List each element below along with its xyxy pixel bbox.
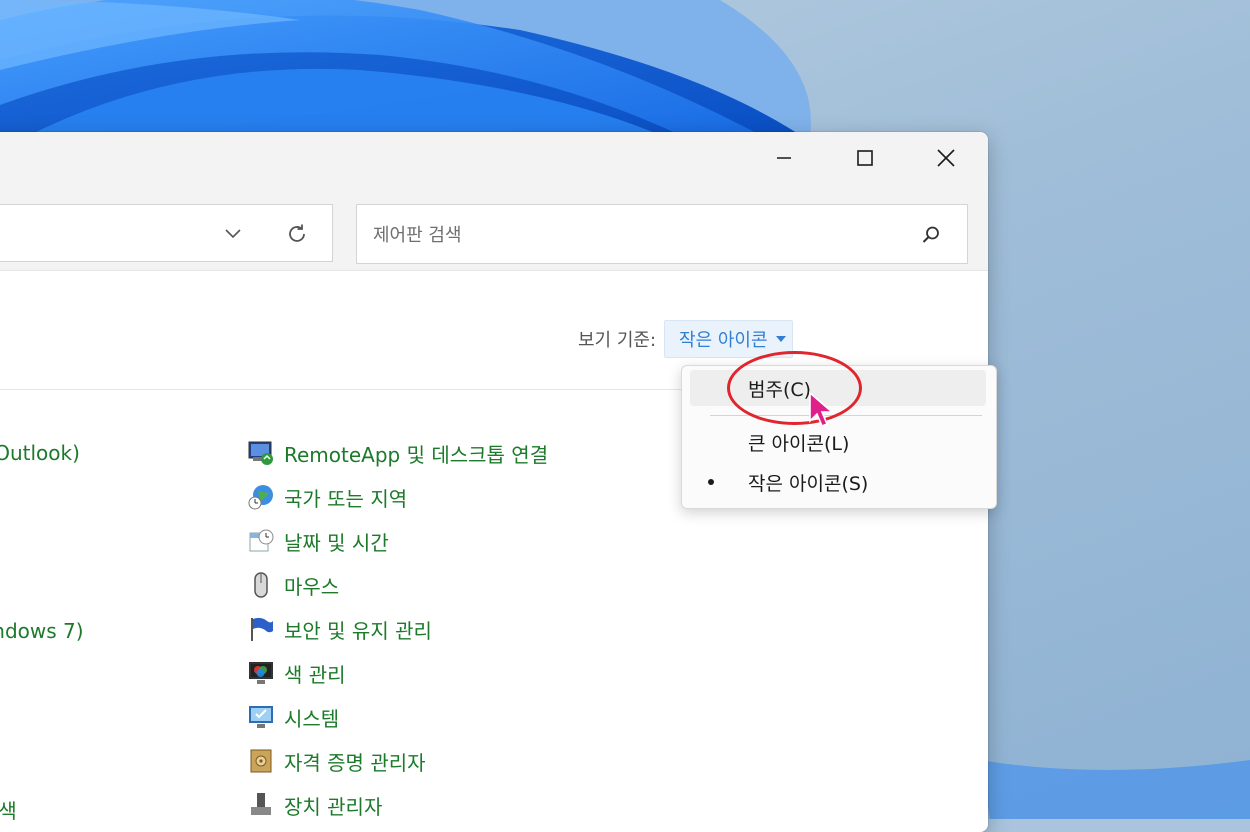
- item-label: /indows 7): [0, 619, 84, 643]
- search-input[interactable]: [371, 219, 895, 251]
- search-icon: [922, 226, 939, 243]
- highlight-annotation-ellipse: [727, 351, 862, 425]
- menu-item-label: 작은 아이콘(S): [748, 472, 869, 495]
- item-label: 장치 관리자: [284, 794, 383, 819]
- control-panel-item-devices[interactable]: 장치 관리자: [246, 789, 382, 821]
- view-by: 보기 기준: 작은 아이콘: [578, 320, 793, 358]
- item-label: 마우스: [284, 574, 340, 599]
- safe-icon: [246, 746, 276, 776]
- control-panel-item[interactable]: 탐색: [0, 793, 17, 825]
- control-panel-item-mouse[interactable]: 마우스: [246, 569, 339, 601]
- address-bar[interactable]: [0, 204, 333, 262]
- control-panel-item-system[interactable]: 시스템: [246, 701, 339, 733]
- calendar-clock-icon: [246, 526, 276, 556]
- control-panel-item[interactable]: t Outlook): [0, 437, 80, 469]
- item-label: 시스템: [284, 706, 340, 731]
- control-panel-item[interactable]: /indows 7): [0, 615, 84, 647]
- item-label: 탐색: [0, 798, 17, 823]
- close-button[interactable]: [906, 132, 986, 184]
- item-label: 자격 증명 관리자: [284, 750, 426, 775]
- search-box[interactable]: [356, 204, 968, 264]
- control-panel-item-security[interactable]: 보안 및 유지 관리: [246, 613, 432, 645]
- toolbar: [0, 186, 988, 271]
- globe-clock-icon: [246, 482, 276, 512]
- header-divider: [0, 389, 698, 390]
- minimize-icon: [777, 157, 791, 159]
- control-panel-item-remoteapp[interactable]: RemoteApp 및 데스크톱 연결: [246, 437, 548, 469]
- menu-item-label: 큰 아이콘(L): [748, 432, 850, 455]
- address-history-button[interactable]: [218, 219, 248, 249]
- maximize-button[interactable]: [825, 132, 905, 184]
- item-label: 색 관리: [284, 662, 346, 687]
- refresh-button[interactable]: [282, 219, 312, 249]
- mouse-cursor-icon: [809, 391, 835, 428]
- item-label: 보안 및 유지 관리: [284, 618, 432, 643]
- remoteapp-icon: [246, 438, 276, 468]
- control-panel-item-region[interactable]: 국가 또는 지역: [246, 481, 407, 513]
- control-panel-item-credentials[interactable]: 자격 증명 관리자: [246, 745, 426, 777]
- close-icon: [937, 149, 955, 167]
- control-panel-item-datetime[interactable]: 날짜 및 시간: [246, 525, 389, 557]
- color-monitor-icon: [246, 658, 276, 688]
- search-button[interactable]: [915, 219, 947, 251]
- system-monitor-icon: [246, 702, 276, 732]
- minimize-button[interactable]: [744, 132, 824, 184]
- menu-item-large-icons[interactable]: 큰 아이콘(L): [690, 424, 986, 460]
- item-label: RemoteApp 및 데스크톱 연결: [284, 442, 549, 467]
- title-bar: [0, 132, 988, 186]
- item-label: t Outlook): [0, 441, 80, 465]
- flag-icon: [246, 614, 276, 644]
- item-label: 국가 또는 지역: [284, 486, 408, 511]
- view-by-label: 보기 기준:: [578, 330, 657, 351]
- item-label: 날짜 및 시간: [284, 530, 389, 555]
- maximize-icon: [857, 150, 873, 166]
- mouse-icon: [246, 570, 276, 600]
- menu-item-small-icons[interactable]: 작은 아이콘(S): [690, 464, 986, 500]
- control-panel-item-color[interactable]: 색 관리: [246, 657, 346, 689]
- refresh-icon: [289, 224, 305, 242]
- selected-bullet-icon: [708, 479, 714, 485]
- view-by-selected: 작은 아이콘: [679, 330, 768, 351]
- caret-down-icon: [775, 336, 786, 342]
- device-manager-icon: [246, 790, 276, 820]
- chevron-down-icon: [225, 229, 241, 239]
- control-panel-content: 보기 기준: 작은 아이콘 t Outlook) /indows 7) 탐색 R…: [0, 271, 988, 832]
